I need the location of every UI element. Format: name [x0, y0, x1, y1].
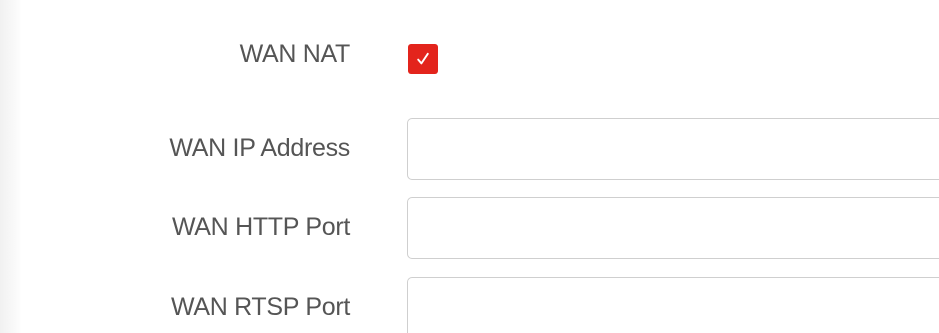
wan-nat-label: WAN NAT	[239, 40, 351, 68]
wan-http-port-row: WAN HTTP Port	[0, 197, 939, 261]
wan-http-port-label: WAN HTTP Port	[171, 213, 350, 241]
wan-rtsp-port-input[interactable]	[407, 277, 939, 333]
wan-ip-address-label: WAN IP Address	[169, 134, 350, 162]
wan-ip-address-input[interactable]	[407, 118, 939, 180]
checkmark-icon	[417, 52, 429, 65]
wan-ip-address-row: WAN IP Address	[0, 118, 939, 182]
wan-rtsp-port-row: WAN RTSP Port	[0, 277, 939, 333]
wan-http-port-input[interactable]	[407, 197, 939, 259]
wan-rtsp-port-label: WAN RTSP Port	[170, 293, 350, 321]
wan-settings-form: WAN NAT WAN IP Address WAN HTTP Port WAN…	[0, 0, 939, 333]
wan-nat-row: WAN NAT	[0, 38, 939, 78]
wan-nat-checkbox[interactable]	[408, 44, 438, 74]
